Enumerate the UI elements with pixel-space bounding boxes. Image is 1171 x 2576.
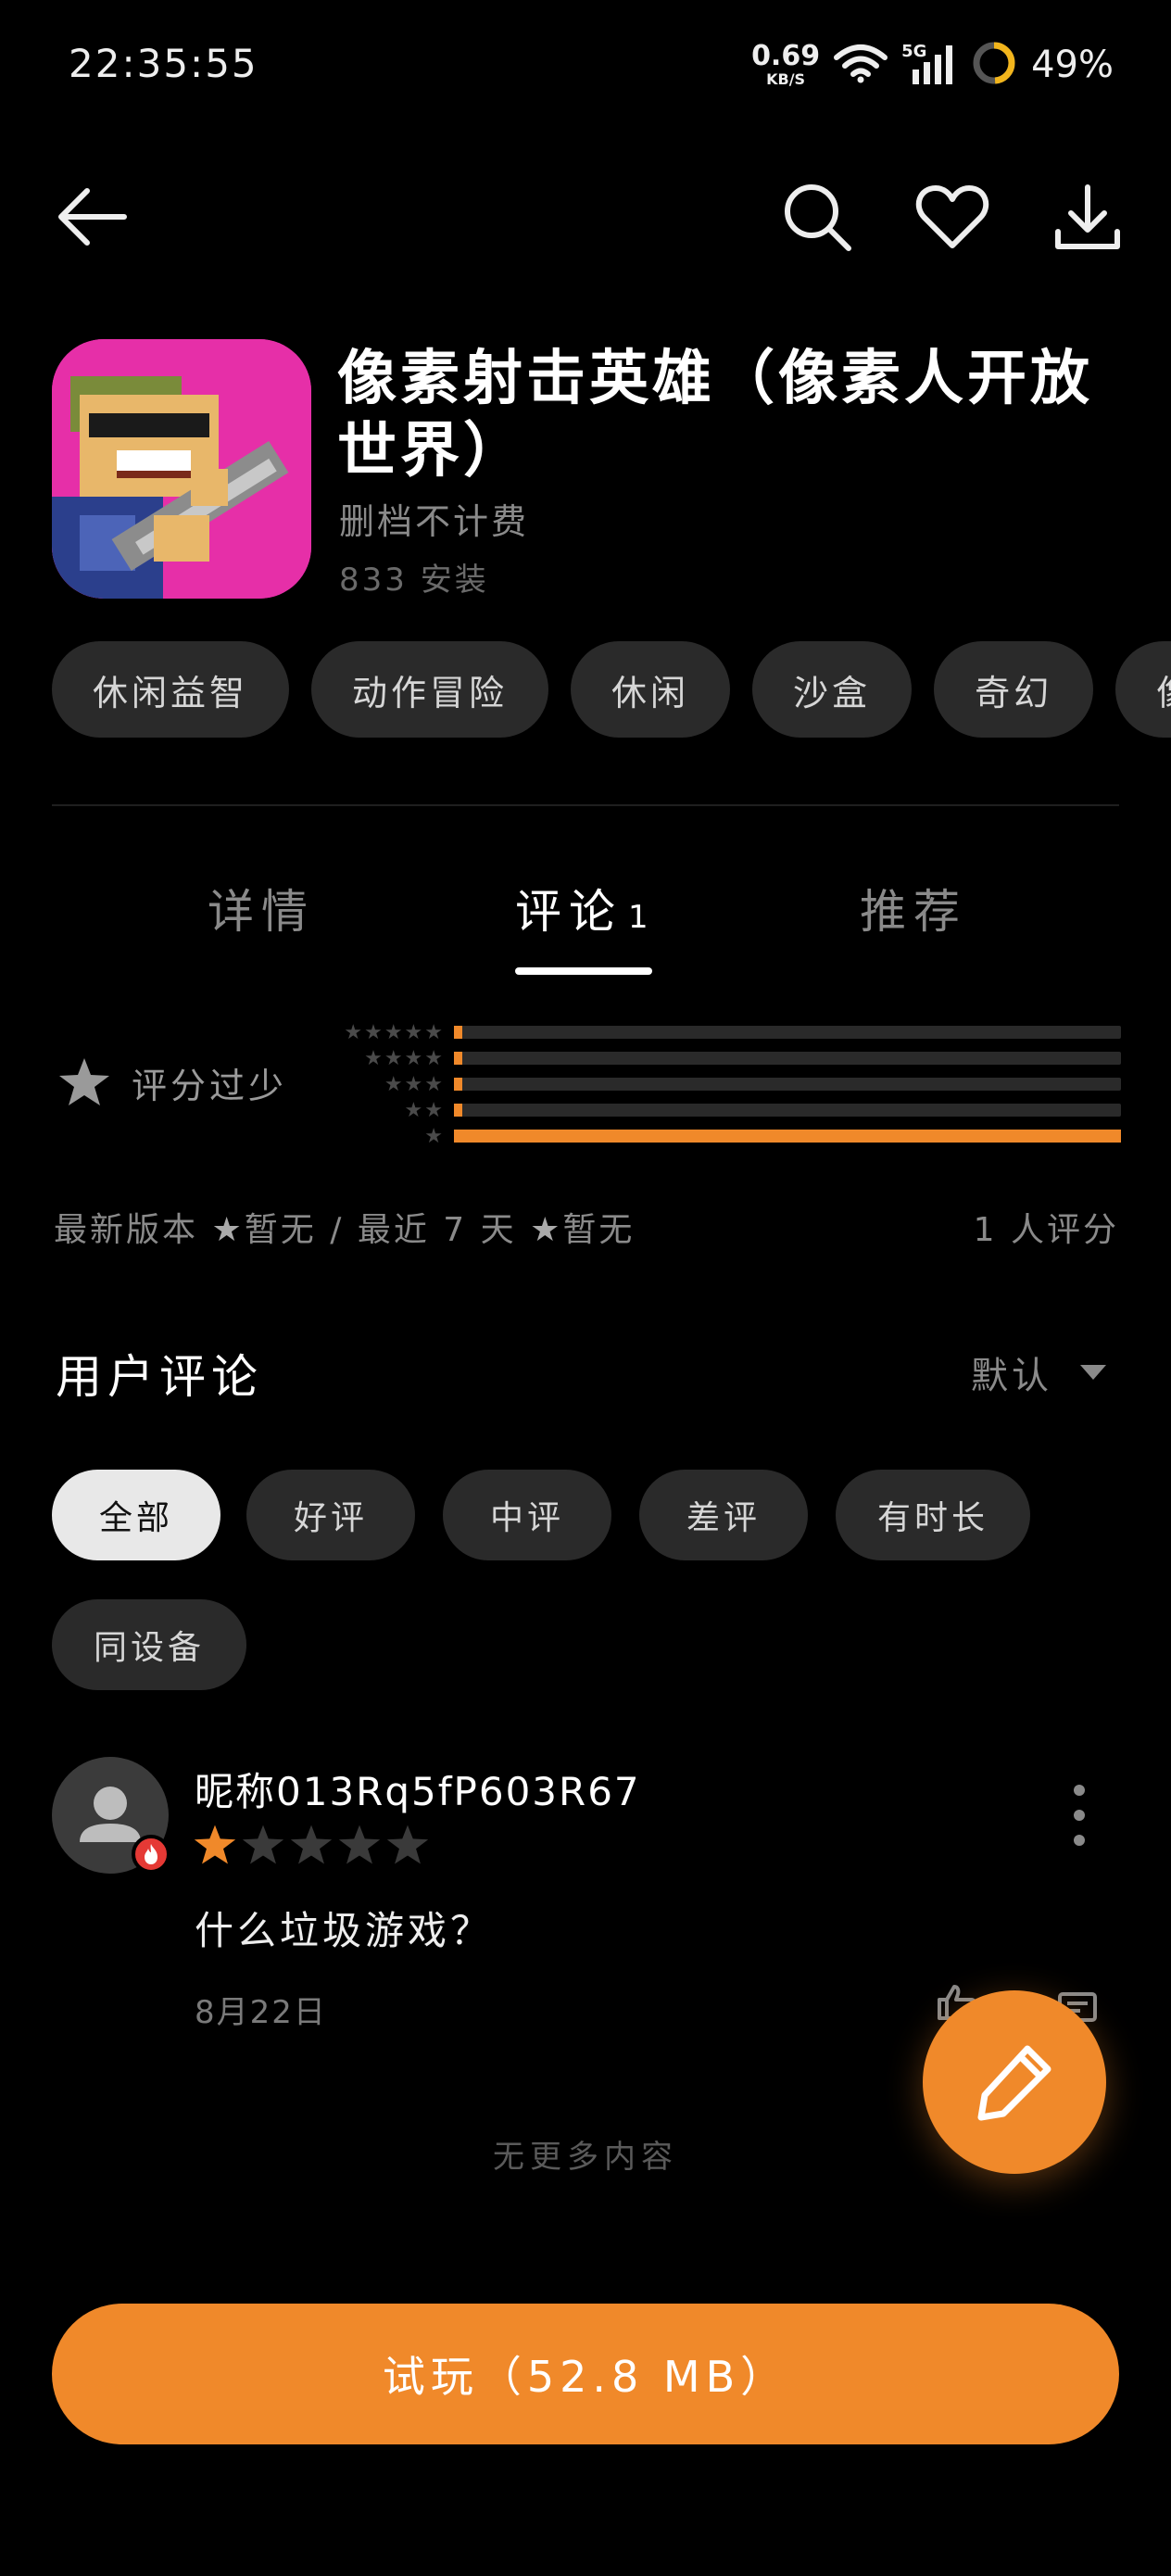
filter-same-device[interactable]: 同设备 [52,1599,246,1690]
tag-chip[interactable]: 像 [1115,641,1171,738]
tag-chip[interactable]: 动作冒险 [311,641,549,738]
tab-reviews-count: 1 [628,899,648,936]
wifi-icon [833,43,888,87]
three-stars-icon: ★★★ [384,1072,445,1096]
recent-value: 暂无 [562,1211,636,1249]
latest-version-value: 暂无 [244,1211,317,1249]
net-speed: 0.69 KB/S [751,43,820,87]
rating-fill [454,1078,462,1091]
star-icon: ★ [530,1211,563,1249]
battery-ring-icon [970,39,1018,91]
app-subtitle: 删档不计费 [339,501,530,542]
star-icon [59,1058,109,1105]
star-empty-icon [386,1825,429,1864]
latest-version-label: 最新版本 [54,1211,199,1249]
four-stars-icon: ★★★★ [364,1046,445,1070]
avatar[interactable] [52,1757,170,1874]
net-speed-unit: KB/S [766,70,806,88]
signal-icon: 5G [901,42,957,88]
star-empty-icon [290,1825,333,1864]
two-stars-icon: ★★ [404,1098,445,1122]
rating-fill [454,1026,462,1039]
favorite-button[interactable] [913,178,991,256]
one-star-icon: ★ [424,1124,445,1148]
rating-status: 评分过少 [132,1065,288,1106]
app-icon [52,339,311,599]
download-icon [1055,184,1120,249]
sort-dropdown[interactable]: 默认 [971,1345,1106,1399]
review-stars [193,1824,430,1866]
filter-neutral[interactable]: 中评 [443,1470,611,1560]
rating-bar-2: ★★ [326,1097,1121,1123]
rating-fill [454,1052,462,1065]
tab-reviews[interactable]: 评论 1 [515,875,648,941]
star-empty-icon [338,1825,381,1864]
category-tags: 休闲益智动作冒险休闲沙盒奇幻像 [52,641,1171,738]
tag-chip[interactable]: 奇幻 [934,641,1094,738]
pencil-icon [977,2045,1051,2121]
star-filled-icon [194,1825,236,1864]
filter-all[interactable]: 全部 [52,1470,220,1560]
heart-icon [915,185,989,248]
try-play-button[interactable]: 试玩（52.8 MB） [52,2304,1119,2444]
battery-percent: 49% [1031,44,1114,86]
download-button[interactable] [1049,178,1127,256]
tab-reviews-label: 评论 [515,885,623,939]
rating-summary: 评分过少 [57,1056,287,1108]
star-empty-icon [242,1825,284,1864]
search-icon [785,184,851,251]
status-time: 22:35:55 [69,41,258,86]
filter-playtime[interactable]: 有时长 [836,1470,1030,1560]
back-button[interactable] [52,178,130,256]
rating-meta: 最新版本 ★暂无 / 最近 7 天 ★暂无 1 人评分 [54,1203,1119,1251]
rating-count: 1 人评分 [973,1211,1119,1249]
review-date: 8月22日 [195,1994,327,2031]
tag-chip[interactable]: 沙盒 [752,641,913,738]
write-review-button[interactable] [923,1990,1106,2174]
section-title: 用户评论 [56,1350,263,1404]
back-arrow-icon [58,188,127,246]
meta-separator: / [330,1211,345,1249]
active-tab-indicator [515,967,652,975]
rating-distribution: ★★★★★ ★★★★ ★★★ ★★ ★ [326,1019,1121,1149]
status-indicators: 0.69 KB/S 5G 49% [751,37,1114,93]
app-installs: 833 安装 [339,562,489,599]
tag-chip[interactable]: 休闲 [571,641,731,738]
star-icon: ★ [211,1211,245,1249]
rating-fill [454,1104,462,1117]
filter-positive[interactable]: 好评 [246,1470,415,1560]
filter-negative[interactable]: 差评 [639,1470,808,1560]
more-options-icon[interactable] [1065,1785,1093,1846]
search-button[interactable] [778,178,856,256]
recent-label: 最近 7 天 [357,1211,517,1249]
sort-label: 默认 [971,1355,1052,1397]
rating-bar-4: ★★★★ [326,1045,1121,1071]
rating-fill [454,1130,1121,1143]
tag-chip[interactable]: 休闲益智 [52,641,290,738]
rating-bar-5: ★★★★★ [326,1019,1121,1045]
tab-recommend[interactable]: 推荐 [860,875,967,941]
rating-bar-1: ★ [326,1123,1121,1149]
rating-bar-3: ★★★ [326,1071,1121,1097]
status-bar: 22:35:55 0.69 KB/S 5G 49% [0,0,1171,139]
tab-details[interactable]: 详情 [208,875,315,941]
divider [52,804,1119,806]
five-stars-icon: ★★★★★ [344,1020,445,1044]
chevron-down-icon [1080,1365,1106,1380]
review-text: 什么垃圾游戏？ [195,1908,494,1953]
reviewer-name: 昵称013Rq5fP603R67 [195,1769,641,1814]
net-speed-value: 0.69 [751,40,821,72]
fire-badge-icon [132,1835,170,1874]
app-title: 像素射击英雄（像素人开放世界） [337,345,1093,486]
